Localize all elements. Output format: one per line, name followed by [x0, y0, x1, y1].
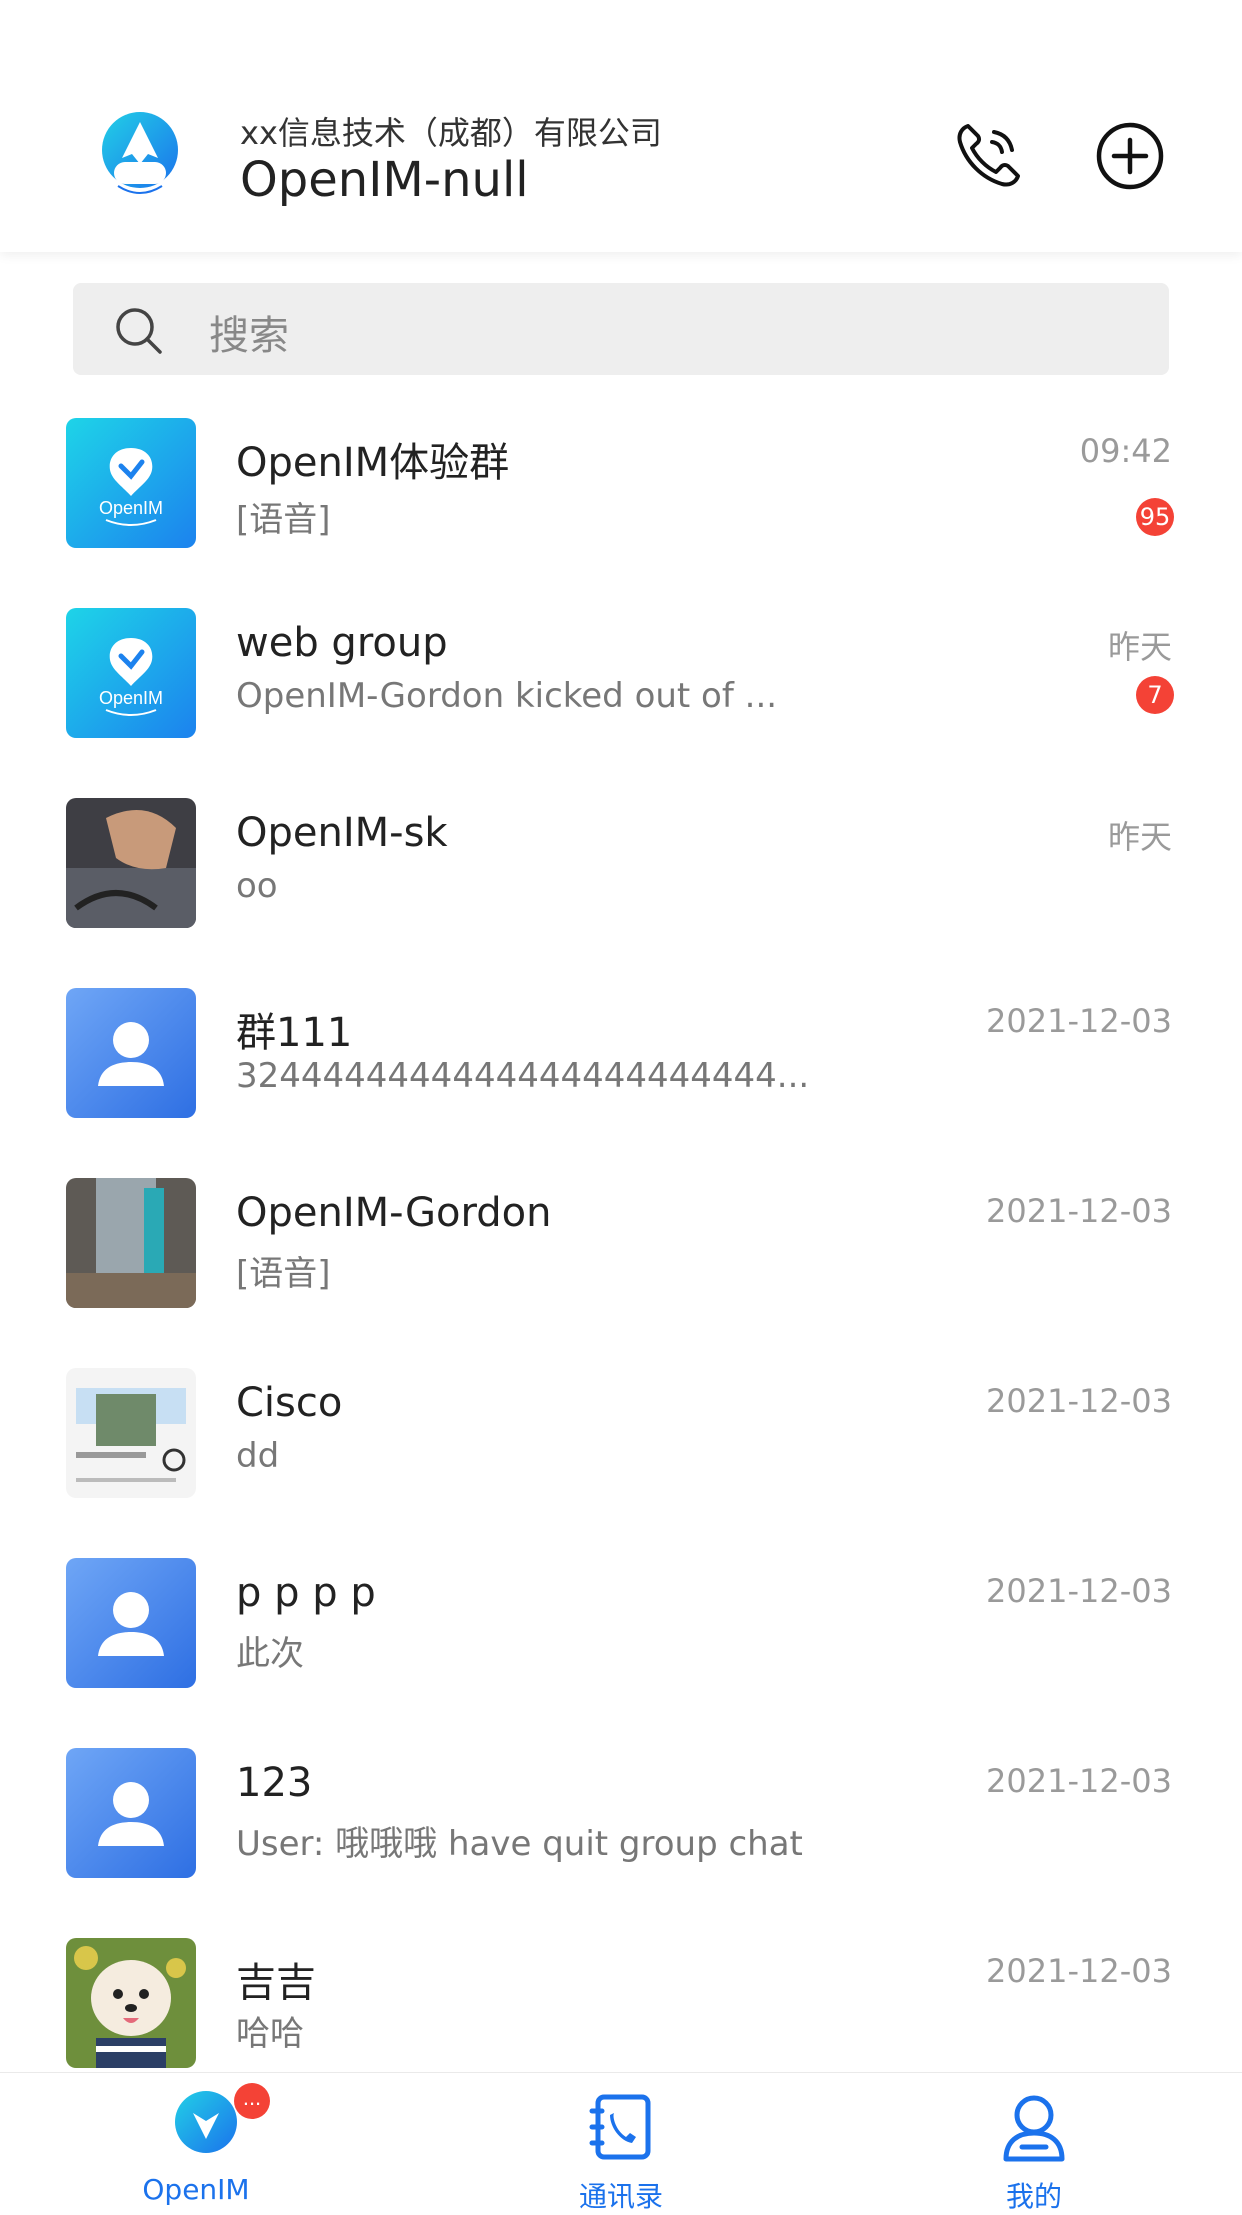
- conversation-name: 吉吉: [236, 1960, 316, 2006]
- default-user-avatar-icon: [66, 1558, 196, 1688]
- conversation-item[interactable]: 123 User: 哦哦哦 have quit group chat 2021-…: [0, 1730, 1242, 1920]
- openim-logo-icon: [100, 110, 180, 202]
- conversation-name: OpenIM-Gordon: [236, 1190, 552, 1236]
- dog-photo-avatar: [66, 1938, 196, 2068]
- tab-label: 我的: [1005, 2180, 1062, 2213]
- app-header: xx信息技术（成都）有限公司 OpenIM-null: [0, 0, 1242, 252]
- conversation-name: OpenIM体验群: [236, 440, 510, 486]
- tab-openim[interactable]: ... OpenIM: [56, 2073, 356, 2209]
- conversation-name: 123: [236, 1760, 313, 1806]
- photo-avatar: [66, 798, 196, 928]
- svg-text:OpenIM: OpenIM: [99, 498, 163, 518]
- conversation-item[interactable]: OpenIM OpenIM体验群 [语音] 09:42 95: [0, 400, 1242, 590]
- conversation-item[interactable]: p p p p 此次 2021-12-03: [0, 1540, 1242, 1730]
- search-placeholder: 搜索: [209, 313, 289, 359]
- conversation-time: 2021-12-03: [986, 1952, 1172, 1990]
- conversation-last-message: 此次: [236, 1634, 304, 1674]
- conversation-time: 2021-12-03: [986, 1002, 1172, 1040]
- conversation-last-message: User: 哦哦哦 have quit group chat: [236, 1824, 803, 1864]
- tab-label: OpenIM: [142, 2173, 250, 2206]
- bottom-tab-bar: ... OpenIM 通讯录 我的: [0, 2072, 1242, 2213]
- conversation-time: 2021-12-03: [986, 1572, 1172, 1610]
- group-avatar-icon: OpenIM: [66, 418, 196, 548]
- contacts-book-icon: [586, 2091, 656, 2168]
- conversation-item[interactable]: OpenIM web group OpenIM-Gordon kicked ou…: [0, 590, 1242, 780]
- conversation-time: 2021-12-03: [986, 1382, 1172, 1420]
- conversation-list: OpenIM OpenIM体验群 [语音] 09:42 95 OpenIM we…: [0, 400, 1242, 2110]
- openim-chat-icon: [173, 2089, 239, 2160]
- conversation-last-message: [语音]: [236, 1254, 331, 1294]
- conversation-name: Cisco: [236, 1380, 343, 1426]
- search-icon: [113, 305, 165, 357]
- conversation-name: p p p p: [236, 1570, 376, 1616]
- conversation-time: 2021-12-03: [986, 1762, 1172, 1800]
- tab-badge: ...: [234, 2083, 270, 2119]
- conversation-time: 09:42: [1079, 432, 1172, 470]
- organization-name: xx信息技术（成都）有限公司: [240, 114, 662, 152]
- current-user-name: OpenIM-null: [240, 152, 529, 208]
- conversation-name: OpenIM-sk: [236, 810, 448, 856]
- conversation-last-message: 哈哈: [236, 2014, 304, 2054]
- default-user-avatar-icon: [66, 1748, 196, 1878]
- conversation-item[interactable]: 群111 3244444444444444444444444... 2021-1…: [0, 970, 1242, 1160]
- plus-circle-icon[interactable]: [1090, 116, 1170, 196]
- conversation-last-message: [语音]: [236, 500, 331, 540]
- user-profile-icon: [998, 2091, 1070, 2168]
- conversation-last-message: OpenIM-Gordon kicked out of ...: [236, 676, 778, 716]
- conversation-item[interactable]: OpenIM-sk oo 昨天: [0, 780, 1242, 970]
- photo-avatar: [66, 1368, 196, 1498]
- conversation-last-message: dd: [236, 1436, 280, 1476]
- tab-label: 通讯录: [578, 2180, 663, 2213]
- conversation-item[interactable]: OpenIM-Gordon [语音] 2021-12-03: [0, 1160, 1242, 1350]
- svg-text:OpenIM: OpenIM: [99, 688, 163, 708]
- conversation-last-message: 3244444444444444444444444...: [236, 1056, 810, 1096]
- photo-avatar: [66, 1178, 196, 1308]
- unread-badge: 7: [1136, 676, 1174, 714]
- conversation-name: web group: [236, 620, 448, 666]
- conversation-time: 昨天: [1107, 628, 1172, 666]
- conversation-time: 昨天: [1107, 818, 1172, 856]
- phone-call-icon[interactable]: [948, 116, 1028, 196]
- tab-contacts[interactable]: 通讯录: [471, 2073, 771, 2213]
- group-avatar-icon: OpenIM: [66, 608, 196, 738]
- default-user-avatar-icon: [66, 988, 196, 1118]
- tab-me[interactable]: 我的: [884, 2073, 1184, 2213]
- conversation-item[interactable]: Cisco dd 2021-12-03: [0, 1350, 1242, 1540]
- conversation-name: 群111: [236, 1010, 353, 1056]
- conversation-last-message: oo: [236, 866, 278, 906]
- conversation-time: 2021-12-03: [986, 1192, 1172, 1230]
- search-bar[interactable]: 搜索: [73, 283, 1169, 375]
- unread-badge: 95: [1136, 498, 1174, 536]
